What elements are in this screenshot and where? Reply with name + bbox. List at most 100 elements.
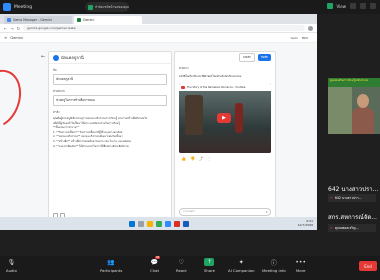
- file-explorer-icon[interactable]: [146, 220, 153, 227]
- video-title: The Story of the Ramakien Romance - YouT…: [187, 85, 246, 89]
- toolbar-label: Participants: [100, 268, 123, 273]
- meeting-toolbar: 🎙 Audio 👥 Participants 💬 99 Chat ♡ React…: [0, 256, 380, 280]
- system-clock[interactable]: 9:41 10/7/2568: [297, 219, 313, 227]
- windows-start-icon[interactable]: [128, 220, 135, 227]
- annotation-red-arc: [0, 63, 29, 135]
- tab-label: Gemini: [83, 18, 95, 22]
- mic-muted-icon: ✕: [330, 226, 333, 230]
- name-field[interactable]: นักแคลกูลานี: [53, 74, 167, 85]
- instruction-line: คุณคือผู้ช่วยครูที่เชี่ยวชาญการออกแบบกิจ…: [53, 117, 148, 120]
- gemini-app-header: ≡ Gemini Gem PRO: [0, 33, 317, 43]
- thumbs-up-icon[interactable]: 👍: [181, 156, 186, 162]
- maximize-icon[interactable]: [360, 3, 366, 9]
- window-title: Meeting: [14, 4, 33, 10]
- search-icon[interactable]: [137, 220, 144, 227]
- participants-button[interactable]: 👥 Participants: [100, 258, 123, 274]
- minimize-icon[interactable]: [350, 3, 356, 9]
- instruction-line: เพื่อให้ผู้เรียนเข้าใจเนื้อหาได้ง่าย และ…: [53, 121, 120, 125]
- mic-muted-icon: ✕: [330, 196, 333, 200]
- youtube-video-card[interactable]: The Story of the Ramakien Romance - YouT…: [179, 83, 271, 153]
- meeting-info-button[interactable]: ⓘ Meeting info: [262, 258, 286, 274]
- end-meeting-button[interactable]: End: [359, 261, 377, 271]
- save-button[interactable]: บันทึก: [257, 53, 271, 61]
- word-icon[interactable]: [182, 220, 189, 227]
- instructions-field[interactable]: คุณคือผู้ช่วยครูที่เชี่ยวชาญการออกแบบกิจ…: [53, 117, 167, 148]
- share-icon[interactable]: ⤴: [199, 156, 203, 162]
- react-icon: ♡: [178, 258, 185, 266]
- app-title: Gemini: [10, 35, 23, 40]
- browser-tab-active[interactable]: Gemini: [74, 16, 142, 24]
- participant-mini-tile[interactable]: ✕ คุณนพดลเจริญ...: [328, 224, 376, 232]
- instructions-label: คำสั่ง: [53, 110, 60, 114]
- windows-taskbar: 9:41 10/7/2568: [0, 217, 317, 230]
- back-arrow-icon[interactable]: ←: [4, 26, 7, 31]
- ai-companion-button[interactable]: ✦ AI Companion: [228, 258, 255, 274]
- chat-button[interactable]: 💬 99 Chat: [150, 256, 161, 273]
- reload-icon[interactable]: ↻: [17, 26, 20, 31]
- participants-icon: 👥: [107, 258, 115, 266]
- info-icon: ⓘ: [270, 259, 277, 267]
- toolbar-label: AI Companion: [228, 268, 255, 273]
- share-icon: ↑: [204, 258, 215, 266]
- zoom-meeting-window: Meeting กำลังแชร์หน้าจอของคุณ View Gems …: [0, 0, 380, 280]
- toolbar-label: Chat: [150, 268, 159, 273]
- chrome-icon[interactable]: [155, 220, 162, 227]
- zoom-logo-icon: [3, 3, 11, 11]
- profile-avatar[interactable]: [308, 25, 313, 31]
- forward-arrow-icon[interactable]: →: [10, 26, 13, 31]
- thumbnail-tree: [185, 95, 203, 135]
- toolbar-label: Meeting info: [262, 268, 286, 273]
- react-button[interactable]: ♡ React: [176, 258, 187, 274]
- participant-person: [352, 94, 374, 134]
- gem-favicon-icon: [7, 18, 11, 22]
- more-icon: •••: [295, 258, 307, 266]
- zoom-top-bar: Meeting กำลังแชร์หน้าจอของคุณ View: [0, 0, 380, 14]
- participant-label: 642 นางสาวปรา...: [334, 195, 362, 200]
- instruction-line: 1. **วิเคราะห์เนื้อหา** วิเคราะห์เนื้อหา…: [53, 130, 123, 134]
- more-icon[interactable]: ⋮: [207, 156, 211, 162]
- gem-name-heading: นักแคลกูลานี: [61, 55, 84, 60]
- more-button[interactable]: ••• More: [295, 258, 307, 274]
- hamburger-menu-icon[interactable]: ≡: [4, 35, 7, 40]
- gem-editor-page: ← นักแคลกูลานี ชื่อ นักแคลกูลานี คำอธิบา…: [0, 43, 317, 230]
- url-field[interactable]: gemini.google.com/gems/create: [23, 25, 305, 31]
- video-banner: ศูนย์ส่งเสริมการเรียนรู้ระดับอำเภอ: [328, 78, 380, 87]
- instruction-line: 3. **สร้างสื่อ** สร้างสื่อการสอนที่หลากห…: [53, 139, 132, 143]
- thumbs-down-icon[interactable]: 👎: [190, 156, 195, 162]
- description-label: คำอธิบาย: [53, 89, 65, 93]
- header-item[interactable]: Gem: [291, 36, 298, 40]
- app-taskbar-icon[interactable]: [173, 220, 180, 227]
- play-icon[interactable]: ▶: [217, 113, 231, 123]
- description-field[interactable]: ช่วยครูในการสร้างสื่อการสอน: [53, 95, 167, 106]
- participant-name: 642 นางสาวปรา...: [328, 186, 379, 193]
- participant-label: คุณนพดลเจริญ...: [334, 225, 359, 230]
- header-item[interactable]: PRO: [302, 36, 308, 40]
- chat-input[interactable]: ถาม Gem ➤: [179, 208, 271, 216]
- instruction-line: 2. **ออกแบบกิจกรรม** ออกแบบกิจกรรมที่เหม…: [53, 135, 123, 139]
- audio-button[interactable]: 🎙 Audio: [6, 258, 17, 274]
- name-label: ชื่อ: [53, 68, 57, 72]
- ai-companion-icon: ✦: [238, 258, 244, 266]
- browser-tab[interactable]: Gems Manager - Gemini: [4, 16, 72, 24]
- toolbar-label: More: [296, 268, 306, 273]
- participant-mini-tile[interactable]: ✕ 642 นางสาวปรา...: [328, 194, 376, 202]
- zoom-taskbar-icon[interactable]: [164, 220, 171, 227]
- send-icon[interactable]: ➤: [265, 210, 268, 214]
- instruction-line: **ขั้นตอนการทำงาน**: [53, 126, 79, 130]
- close-icon[interactable]: [370, 3, 376, 9]
- back-arrow-icon[interactable]: ←: [41, 54, 45, 60]
- toolbar-label: Audio: [6, 268, 17, 273]
- participant-video-tile[interactable]: ศูนย์ส่งเสริมการเรียนรู้ระดับอำเภอ: [328, 78, 380, 134]
- share-button[interactable]: ↑ Share: [204, 258, 215, 273]
- address-bar: ← → ↻ gemini.google.com/gems/create: [0, 24, 317, 33]
- shared-screen: Gems Manager - Gemini Gemini ← → ↻ gemin…: [0, 14, 317, 230]
- clock-date: 10/7/2568: [297, 222, 313, 227]
- view-button[interactable]: View: [337, 4, 347, 9]
- video-background: [328, 87, 352, 134]
- shield-icon[interactable]: [326, 3, 333, 9]
- thumbnail-figure: [235, 103, 243, 133]
- cancel-button[interactable]: ยกเลิก: [239, 52, 255, 62]
- sharing-indicator[interactable]: กำลังแชร์หน้าจอของคุณ: [85, 2, 129, 12]
- mic-icon: 🎙: [7, 258, 16, 266]
- tab-label: Gems Manager - Gemini: [13, 18, 52, 22]
